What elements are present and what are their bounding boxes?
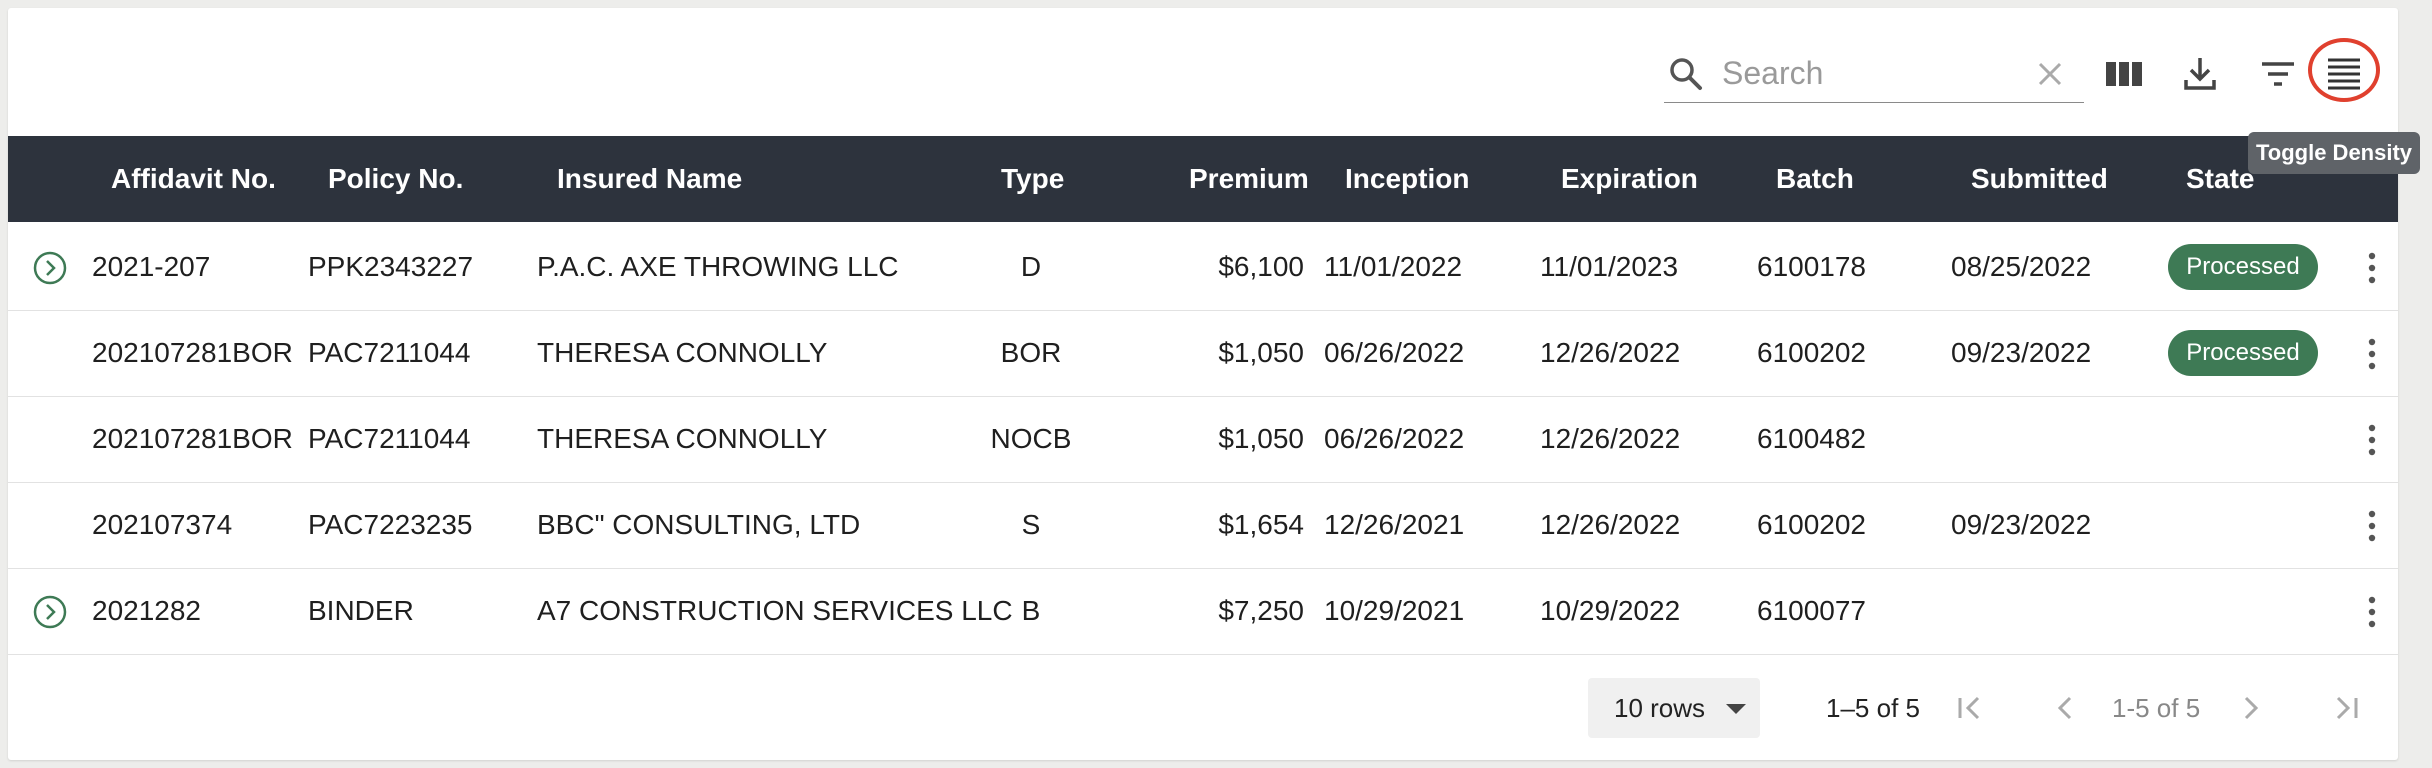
cell-batch: 6100077 — [1757, 595, 1867, 626]
export-button[interactable] — [2176, 50, 2224, 98]
more-actions-icon[interactable] — [2360, 592, 2384, 632]
column-header-premium[interactable]: Premium — [1189, 136, 1309, 222]
cell-affidavit: 202107281BOR — [92, 423, 293, 454]
cell-premium: $6,100 — [1218, 251, 1304, 282]
cell-batch: 6100178 — [1757, 251, 1867, 282]
cell-expiration: 12/26/2022 — [1540, 423, 1681, 454]
filter-button[interactable] — [2254, 50, 2302, 98]
columns-button[interactable] — [2100, 50, 2148, 98]
cell-insured-name: THERESA CONNOLLY — [537, 423, 828, 454]
status-badge: Processed — [2168, 330, 2318, 376]
first-page-icon — [1958, 696, 1980, 720]
cell-policy: PAC7223235 — [308, 509, 473, 540]
pagination-range: 1–5 of 5 — [1826, 693, 1920, 723]
search-input[interactable] — [1720, 52, 2024, 94]
cell-type: BOR — [1000, 337, 1062, 368]
next-page-button[interactable] — [2232, 690, 2268, 726]
cell-premium: $1,654 — [1218, 509, 1304, 540]
column-header-inception[interactable]: Inception — [1345, 136, 1469, 222]
table-row[interactable]: 202107374 PAC7223235 BBC" CONSULTING, LT… — [8, 482, 2398, 569]
clear-icon[interactable] — [2032, 56, 2068, 92]
cell-submitted: 09/23/2022 — [1951, 337, 2092, 368]
expand-row-icon[interactable] — [32, 594, 68, 630]
table-row[interactable]: 2021282 BINDER A7 CONSTRUCTION SERVICES … — [8, 568, 2398, 655]
cell-type: D — [1020, 251, 1042, 282]
column-header-insured-name[interactable]: Insured Name — [557, 136, 742, 222]
cell-submitted: 09/23/2022 — [1951, 509, 2092, 540]
cell-expiration: 12/26/2022 — [1540, 509, 1681, 540]
more-actions-icon[interactable] — [2360, 334, 2384, 374]
table-row[interactable]: 202107281BOR PAC7211044 THERESA CONNOLLY… — [8, 310, 2398, 397]
highlight-ring — [2308, 38, 2380, 102]
cell-type: NOCB — [990, 423, 1072, 454]
cell-insured-name: A7 CONSTRUCTION SERVICES LLC — [537, 595, 1013, 626]
column-header-affidavit[interactable]: Affidavit No. — [111, 136, 276, 222]
table-row[interactable]: 202107281BOR PAC7211044 THERESA CONNOLLY… — [8, 396, 2398, 483]
cell-policy: PAC7211044 — [308, 337, 471, 368]
first-page-button[interactable] — [1952, 690, 1988, 726]
previous-page-button[interactable] — [2048, 690, 2084, 726]
download-icon — [2184, 58, 2216, 90]
filter-icon — [2262, 62, 2294, 86]
cell-batch: 6100482 — [1757, 423, 1867, 454]
cell-premium: $1,050 — [1218, 423, 1304, 454]
cell-submitted: 08/25/2022 — [1951, 251, 2092, 282]
table-header: Affidavit No. Policy No. Insured Name Ty… — [8, 136, 2398, 222]
more-actions-icon[interactable] — [2360, 506, 2384, 546]
cell-insured-name: THERESA CONNOLLY — [537, 337, 828, 368]
chevron-right-icon — [2244, 696, 2259, 720]
cell-type: S — [1021, 509, 1041, 540]
more-actions-icon[interactable] — [2360, 420, 2384, 460]
cell-inception: 12/26/2021 — [1324, 509, 1465, 540]
tooltip: Toggle Density — [2248, 132, 2420, 174]
column-header-policy[interactable]: Policy No. — [328, 136, 463, 222]
cell-expiration: 12/26/2022 — [1540, 337, 1681, 368]
chevron-left-icon — [2057, 696, 2072, 720]
cell-expiration: 11/01/2023 — [1540, 251, 1679, 282]
cell-policy: PAC7211044 — [308, 423, 471, 454]
cell-affidavit: 2021282 — [92, 595, 202, 626]
column-header-type[interactable]: Type — [1001, 136, 1064, 222]
cell-premium: $7,250 — [1218, 595, 1304, 626]
cell-premium: $1,050 — [1218, 337, 1304, 368]
more-actions-icon[interactable] — [2360, 248, 2384, 288]
cell-inception: 06/26/2022 — [1324, 423, 1465, 454]
status-badge: Processed — [2168, 244, 2318, 290]
cell-affidavit: 202107281BOR — [92, 337, 293, 368]
cell-insured-name: P.A.C. AXE THROWING LLC — [537, 251, 899, 282]
cell-affidavit: 202107374 — [92, 509, 233, 540]
search-icon — [1670, 58, 1702, 90]
cell-inception: 06/26/2022 — [1324, 337, 1465, 368]
cell-affidavit: 2021-207 — [92, 251, 211, 282]
rows-per-page-select[interactable]: 10 rows — [1588, 678, 1760, 738]
search-box — [1664, 46, 2084, 103]
cell-type: B — [1021, 595, 1041, 626]
dropdown-caret-icon — [1726, 704, 1746, 714]
table-row[interactable]: 2021-207 PPK2343227 P.A.C. AXE THROWING … — [8, 224, 2398, 311]
column-header-expiration[interactable]: Expiration — [1561, 136, 1698, 222]
columns-icon — [2106, 62, 2142, 86]
rows-per-page-value: 10 rows — [1614, 693, 1706, 723]
cell-batch: 6100202 — [1757, 337, 1867, 368]
expand-row-icon[interactable] — [32, 250, 68, 286]
cell-inception: 11/01/2022 — [1324, 251, 1463, 282]
last-page-button[interactable] — [2328, 690, 2364, 726]
column-header-state[interactable]: State — [2186, 136, 2254, 222]
cell-insured-name: BBC" CONSULTING, LTD — [537, 509, 861, 540]
last-page-icon — [2336, 696, 2358, 720]
column-header-submitted[interactable]: Submitted — [1971, 136, 2108, 222]
cell-batch: 6100202 — [1757, 509, 1867, 540]
cell-policy: PPK2343227 — [308, 251, 474, 282]
cell-policy: BINDER — [308, 595, 414, 626]
cell-inception: 10/29/2021 — [1324, 595, 1465, 626]
column-header-batch[interactable]: Batch — [1776, 136, 1854, 222]
page-indicator: 1-5 of 5 — [2112, 693, 2201, 723]
cell-expiration: 10/29/2022 — [1540, 595, 1681, 626]
